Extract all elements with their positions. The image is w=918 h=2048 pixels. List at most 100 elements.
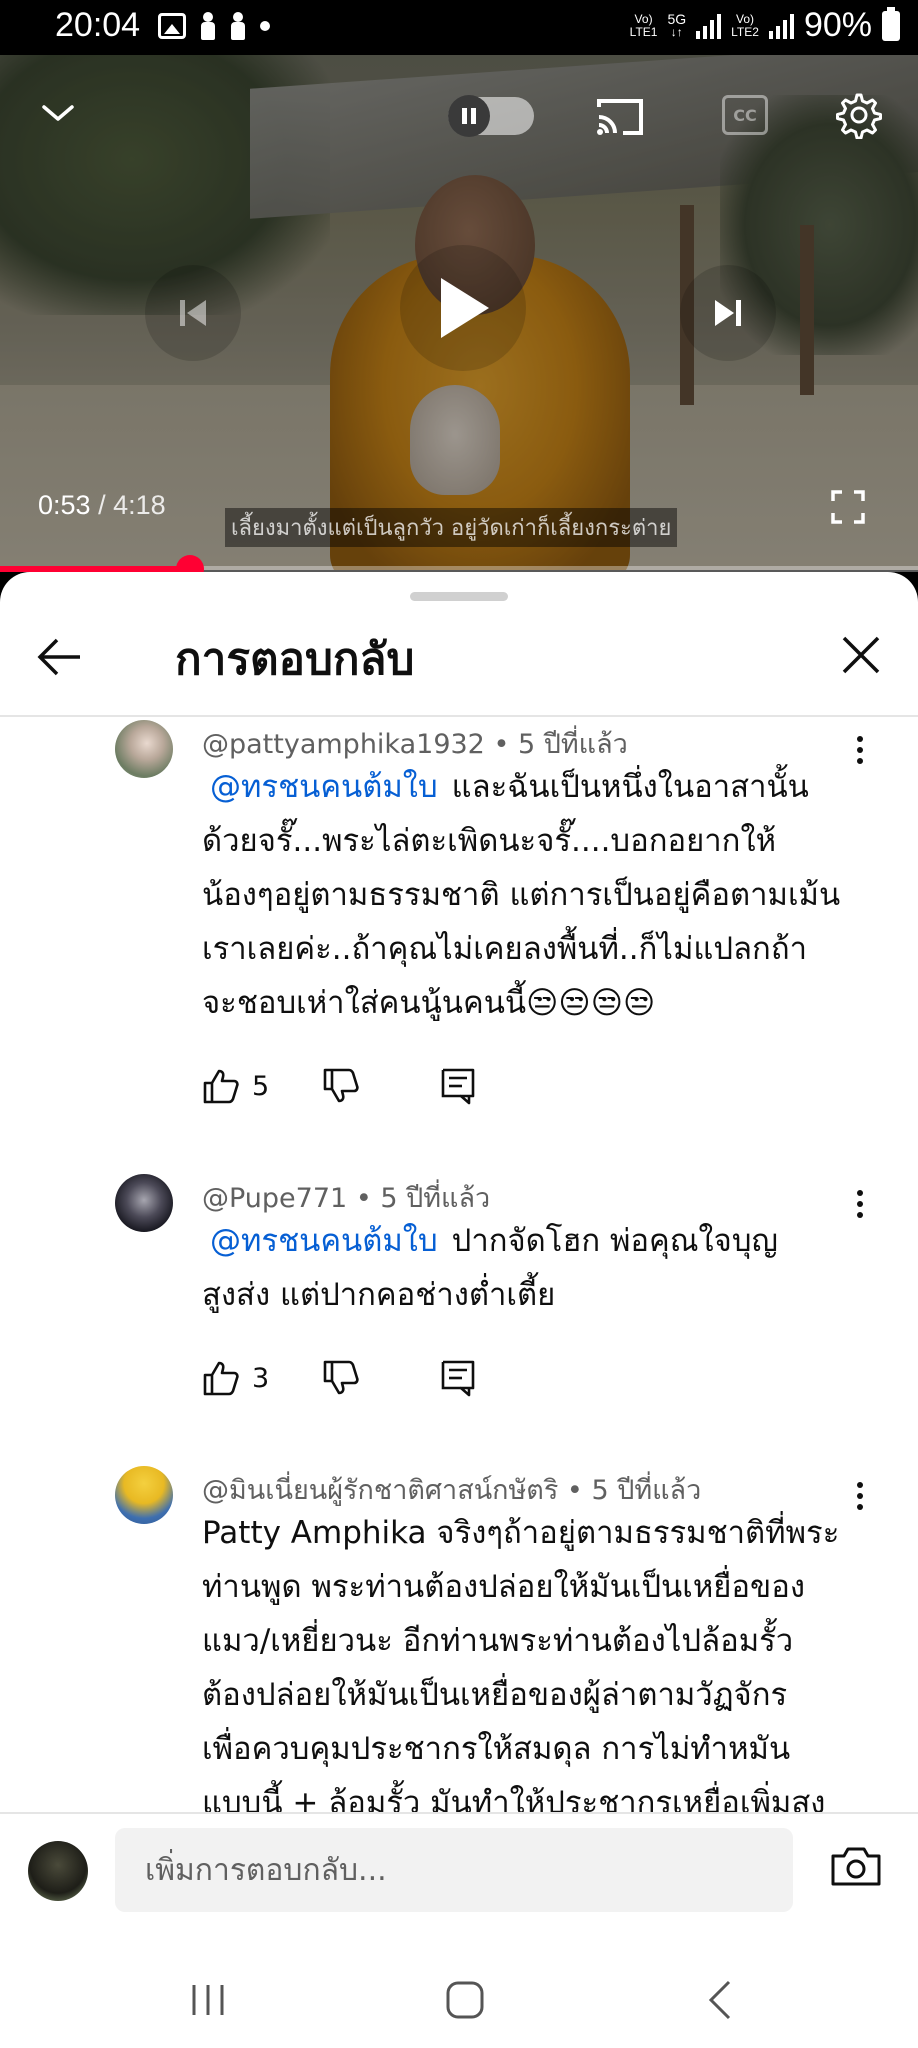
- chess-notification-icon-2: [230, 12, 246, 40]
- mention-link[interactable]: @ทรชนคนต้มใบ: [210, 769, 438, 805]
- thumbs-down-icon: [323, 1068, 359, 1103]
- cast-button[interactable]: [592, 93, 648, 141]
- captions-button[interactable]: CC: [722, 95, 768, 135]
- reply-line-text: ปากจัดโฮก พ่อคุณใจบุญ: [451, 1223, 778, 1259]
- back-button[interactable]: [35, 632, 85, 682]
- volte2-label: Vo): [736, 11, 755, 26]
- replies-sheet: การตอบกลับ @pattyamphika1932 • 5 ปีที่แล…: [0, 572, 918, 2048]
- reply-actions: 5: [202, 1064, 476, 1108]
- status-time: 20:04: [55, 6, 141, 44]
- play-button[interactable]: [400, 245, 526, 371]
- reply-actions: 3: [202, 1356, 476, 1400]
- minimize-player-button[interactable]: [35, 90, 81, 136]
- gear-icon: [836, 93, 882, 139]
- volte1-indicator: Vo) LTE1: [629, 11, 658, 39]
- arrow-left-icon: [37, 638, 80, 676]
- reply-line: แมว/เหยี่ยวนะ อีกท่านพระท่านต้องไปล้อมรั…: [202, 1623, 794, 1659]
- autoplay-toggle[interactable]: [448, 95, 534, 137]
- like-count: 3: [252, 1362, 270, 1394]
- reply-button[interactable]: [440, 1359, 476, 1397]
- subtitle-text: เลี้ยงมาตั้งแต่เป็นลูกวัว อยู่วัดเก่าก็เ…: [225, 508, 678, 547]
- back-nav-button[interactable]: [690, 1970, 750, 2030]
- reply-line: @ทรชนคนต้มใบ และฉันเป็นหนึ่งในอาสานั้น: [202, 760, 862, 814]
- signal-strength-icon-2: [768, 13, 794, 39]
- reply-meta: @Pupe771 • 5 ปีที่แล้ว: [202, 1176, 490, 1219]
- 5g-indicator: 5G ↓↑: [667, 10, 687, 39]
- cast-icon: [597, 99, 643, 135]
- skip-previous-icon: [180, 300, 206, 326]
- sheet-title: การตอบกลับ: [175, 634, 415, 685]
- home-icon: [446, 1981, 484, 2019]
- notification-icons: [158, 12, 270, 40]
- like-count: 5: [252, 1070, 270, 1102]
- reply-button[interactable]: [440, 1067, 476, 1105]
- status-bar: 20:04 Vo) LTE1 5G ↓↑ Vo) LTE2 90%: [0, 0, 918, 55]
- author-handle[interactable]: @pattyamphika1932: [202, 729, 485, 760]
- sheet-drag-handle[interactable]: [410, 592, 508, 601]
- like-button[interactable]: 3: [202, 1359, 322, 1397]
- reply-line-text: และฉันเป็นหนึ่งในอาสานั้น: [451, 769, 809, 805]
- time-readout: 0:53 / 4:18: [38, 490, 166, 521]
- avatar[interactable]: [115, 1466, 173, 1524]
- 5g-label: 5G: [667, 10, 687, 27]
- camera-icon: [831, 1847, 881, 1886]
- previous-video-button[interactable]: [145, 265, 241, 361]
- avatar[interactable]: [115, 720, 173, 778]
- lte2-label: LTE2: [731, 24, 759, 39]
- reply-icon: [441, 1068, 475, 1105]
- reply-text: @ทรชนคนต้มใบ และฉันเป็นหนึ่งในอาสานั้น ด้…: [202, 760, 862, 1030]
- reply-age: 5 ปีที่แล้ว: [591, 1475, 702, 1506]
- dislike-button[interactable]: [322, 1359, 360, 1397]
- dot: [857, 747, 863, 753]
- meta-separator: •: [493, 729, 510, 760]
- current-time: 0:53: [38, 490, 91, 520]
- avatar[interactable]: [115, 1174, 173, 1232]
- fullscreen-button[interactable]: [828, 487, 868, 527]
- thumbs-up-icon: [203, 1361, 239, 1396]
- home-button[interactable]: [435, 1970, 495, 2030]
- status-indicators: Vo) LTE1 5G ↓↑ Vo) LTE2 90%: [630, 6, 900, 45]
- add-reply-placeholder: เพิ่มการตอบกลับ...: [145, 1852, 387, 1888]
- author-handle[interactable]: @Pupe771: [202, 1183, 347, 1214]
- author-handle[interactable]: @มินเนี่ยนผู้รักชาติศาสน์กษัตริ: [202, 1475, 558, 1506]
- captions-label: CC: [733, 105, 757, 125]
- fullscreen-icon: [831, 490, 865, 524]
- dot: [857, 736, 863, 742]
- reply-line: จะชอบเห่าใส่คนนู้นคนนี้😒😒😒😒: [202, 985, 656, 1021]
- thumbs-up-icon: [203, 1069, 239, 1104]
- reply-age: 5 ปีที่แล้ว: [380, 1183, 491, 1214]
- volte1-label: Vo): [634, 11, 653, 26]
- close-button[interactable]: [838, 632, 884, 678]
- time-separator: /: [98, 490, 106, 520]
- replies-list[interactable]: @pattyamphika1932 • 5 ปีที่แล้ว @ทรชนคนต…: [0, 718, 918, 1812]
- dot: [857, 1482, 863, 1488]
- reply-meta: @มินเนี่ยนผู้รักชาติศาสน์กษัตริ • 5 ปีที…: [202, 1468, 701, 1511]
- recent-apps-button[interactable]: [178, 1970, 238, 2030]
- dot: [857, 1190, 863, 1196]
- close-icon: [842, 636, 880, 674]
- autoplay-knob: [448, 95, 490, 137]
- video-player[interactable]: CC 0:53 / 4:18 เลี้ยงมาตั้งแต่เป็นลูกวัว…: [0, 55, 918, 570]
- camera-button[interactable]: [830, 1844, 882, 1892]
- sheet-header: การตอบกลับ: [0, 602, 918, 717]
- battery-percent: 90%: [803, 6, 872, 44]
- next-video-button[interactable]: [680, 265, 776, 361]
- reply-icon: [441, 1360, 475, 1397]
- reply-line: แบบนี้ + ล้อมรั้ว มันทำให้ประชากรเหยื่อเ…: [202, 1785, 826, 1812]
- skip-next-icon: [715, 300, 741, 326]
- mention-link[interactable]: @ทรชนคนต้มใบ: [210, 1223, 438, 1259]
- reply-line: ต้องปล่อยให้มันเป็นเหยื่อของผู้ล่าตามวัฏ…: [202, 1677, 788, 1713]
- meta-separator: •: [355, 1183, 372, 1214]
- reply-line: ด้วยจรั๊...พระไล่ตะเพิดนะจรั๊....บอกอยาก…: [202, 823, 777, 859]
- reply-composer: เพิ่มการตอบกลับ...: [0, 1812, 918, 1952]
- settings-button[interactable]: [834, 90, 884, 140]
- dislike-button[interactable]: [322, 1067, 360, 1105]
- chess-notification-icon: [200, 12, 216, 40]
- reply-meta: @pattyamphika1932 • 5 ปีที่แล้ว: [202, 722, 628, 765]
- like-button[interactable]: 5: [202, 1067, 322, 1105]
- volte2-indicator: Vo) LTE2: [731, 11, 759, 39]
- reply-item: @Pupe771 • 5 ปีที่แล้ว @ทรชนคนต้มใบ ปากจั…: [0, 1172, 918, 1432]
- dot: [857, 1493, 863, 1499]
- add-reply-input[interactable]: เพิ่มการตอบกลับ...: [115, 1828, 793, 1912]
- lte1-label: LTE1: [629, 24, 658, 39]
